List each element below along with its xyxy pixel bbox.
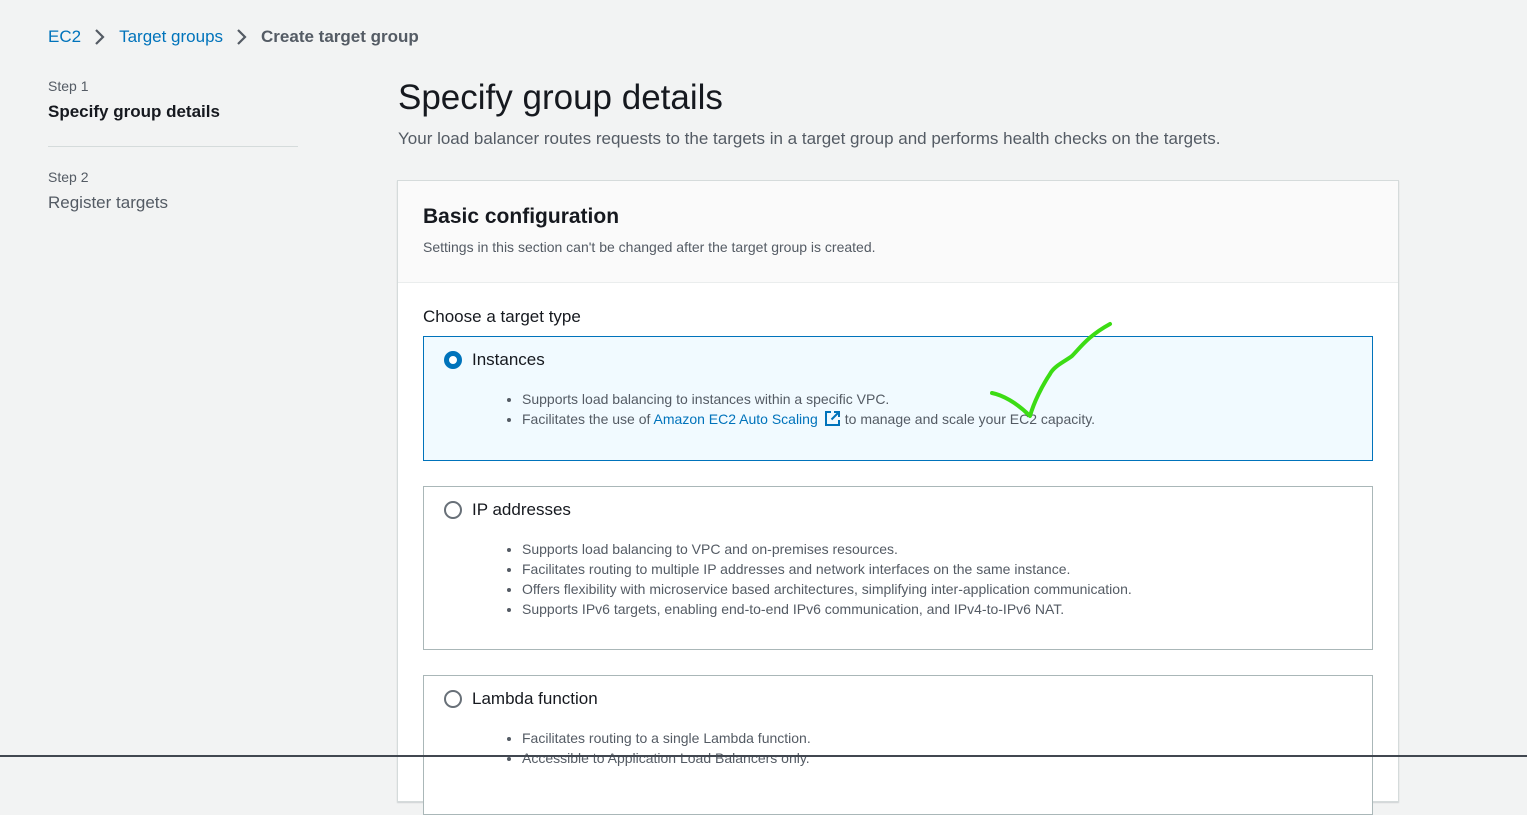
chevron-right-icon	[93, 28, 107, 46]
radio-ip-addresses[interactable]	[444, 501, 462, 519]
bullet-text: to manage and scale your EC2 capacity.	[844, 411, 1096, 427]
step-2-number: Step 2	[48, 169, 89, 185]
step-1-title: Specify group details	[48, 102, 220, 121]
step-divider	[48, 146, 298, 147]
radio-lambda-function[interactable]	[444, 690, 462, 708]
target-type-label: Choose a target type	[423, 307, 581, 326]
list-item: Supports IPv6 targets, enabling end-to-e…	[522, 599, 1132, 619]
breadcrumb-target-groups[interactable]: Target groups	[119, 27, 223, 47]
list-item: Offers flexibility with microservice bas…	[522, 579, 1132, 599]
page-description: Your load balancer routes requests to th…	[398, 129, 1221, 148]
wizard-steps: Step 1 Specify group details Step 2 Regi…	[48, 78, 298, 213]
external-link-icon[interactable]	[824, 410, 841, 427]
list-item: Facilitates routing to a single Lambda f…	[522, 728, 811, 748]
chevron-right-icon	[235, 28, 249, 46]
breadcrumb-current: Create target group	[261, 27, 419, 46]
step-1: Step 1 Specify group details	[48, 78, 298, 122]
list-item: Supports load balancing to instances wit…	[522, 389, 1095, 409]
step-2: Step 2 Register targets	[48, 169, 298, 213]
target-type-lambda-function[interactable]: Lambda function Facilitates routing to a…	[423, 675, 1373, 815]
basic-configuration-container: Basic configuration Settings in this sec…	[397, 180, 1399, 815]
ip-bullets: Supports load balancing to VPC and on-pr…	[502, 539, 1132, 619]
lambda-bullets: Facilitates routing to a single Lambda f…	[502, 728, 811, 768]
container-header: Basic configuration Settings in this sec…	[398, 181, 1398, 283]
list-item: Facilitates the use of Amazon EC2 Auto S…	[522, 409, 1095, 429]
target-type-instances-label: Instances	[472, 350, 545, 369]
step-2-title: Register targets	[48, 193, 168, 212]
instances-bullets: Supports load balancing to instances wit…	[502, 389, 1095, 429]
radio-instances[interactable]	[444, 351, 462, 369]
list-item: Facilitates routing to multiple IP addre…	[522, 559, 1132, 579]
target-type-ip-addresses[interactable]: IP addresses Supports load balancing to …	[423, 486, 1373, 650]
list-item: Supports load balancing to VPC and on-pr…	[522, 539, 1132, 559]
target-type-ip-label: IP addresses	[472, 500, 571, 519]
page-title: Specify group details	[398, 78, 723, 117]
list-item: Accessible to Application Load Balancers…	[522, 748, 811, 768]
target-type-lambda-label: Lambda function	[472, 689, 598, 708]
bullet-text: Facilitates the use of	[522, 411, 651, 427]
target-type-instances[interactable]: Instances Supports load balancing to ins…	[423, 336, 1373, 461]
section-subtitle: Settings in this section can't be change…	[423, 239, 876, 255]
section-title: Basic configuration	[423, 205, 620, 228]
breadcrumb-ec2[interactable]: EC2	[48, 27, 81, 47]
breadcrumb: EC2 Target groups Create target group	[48, 26, 419, 48]
ec2-auto-scaling-link[interactable]: Amazon EC2 Auto Scaling	[654, 411, 818, 427]
step-1-number: Step 1	[48, 78, 89, 94]
